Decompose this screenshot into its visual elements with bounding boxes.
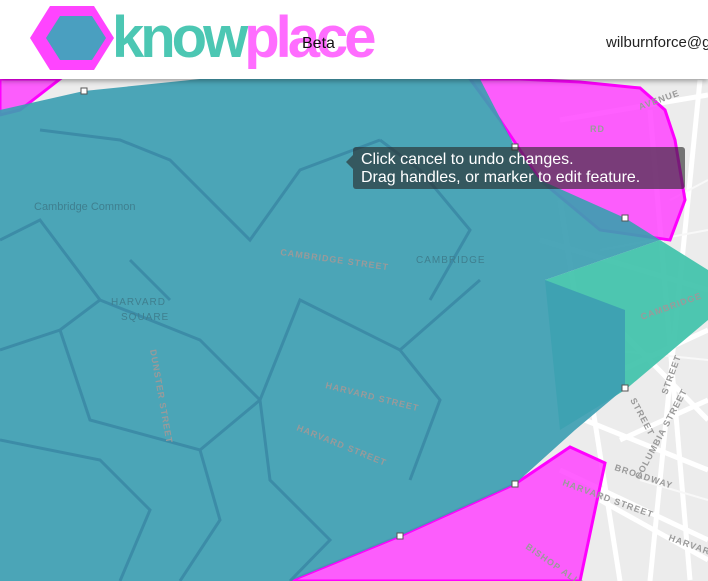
user-account-menu[interactable]: wilburnforce@g <box>606 34 708 51</box>
svg-text:RD: RD <box>590 124 605 134</box>
svg-text:Cambridge Common: Cambridge Common <box>34 201 135 213</box>
svg-text:SQUARE: SQUARE <box>121 312 169 323</box>
app-root: Cambridge Common HARVARD SQUARE CAMBRIDG… <box>0 0 708 581</box>
edit-instructions-tooltip: Click cancel to undo changes. Drag handl… <box>346 147 685 189</box>
beta-label: Beta <box>302 35 335 52</box>
map-canvas[interactable]: Cambridge Common HARVARD SQUARE CAMBRIDG… <box>0 0 708 581</box>
vertex-handle[interactable] <box>511 480 519 488</box>
svg-text:CAMBRIDGE: CAMBRIDGE <box>416 255 486 266</box>
logo-wordmark-know: know <box>112 5 248 70</box>
tooltip-arrow <box>346 155 353 169</box>
vertex-handle[interactable] <box>80 87 88 95</box>
vertex-handle[interactable] <box>621 384 629 392</box>
vertex-handle[interactable] <box>621 214 629 222</box>
vertex-handle[interactable] <box>396 532 404 540</box>
top-header: knowplace Beta wilburnforce@g <box>0 0 708 79</box>
hexagon-logo-icon <box>30 6 114 70</box>
tooltip-line-2: Drag handles, or marker to edit feature. <box>361 169 641 186</box>
tooltip-line-1: Click cancel to undo changes. <box>361 151 574 168</box>
knowplace-logo[interactable]: knowplace <box>30 2 377 78</box>
svg-text:HARVARD: HARVARD <box>111 297 166 308</box>
